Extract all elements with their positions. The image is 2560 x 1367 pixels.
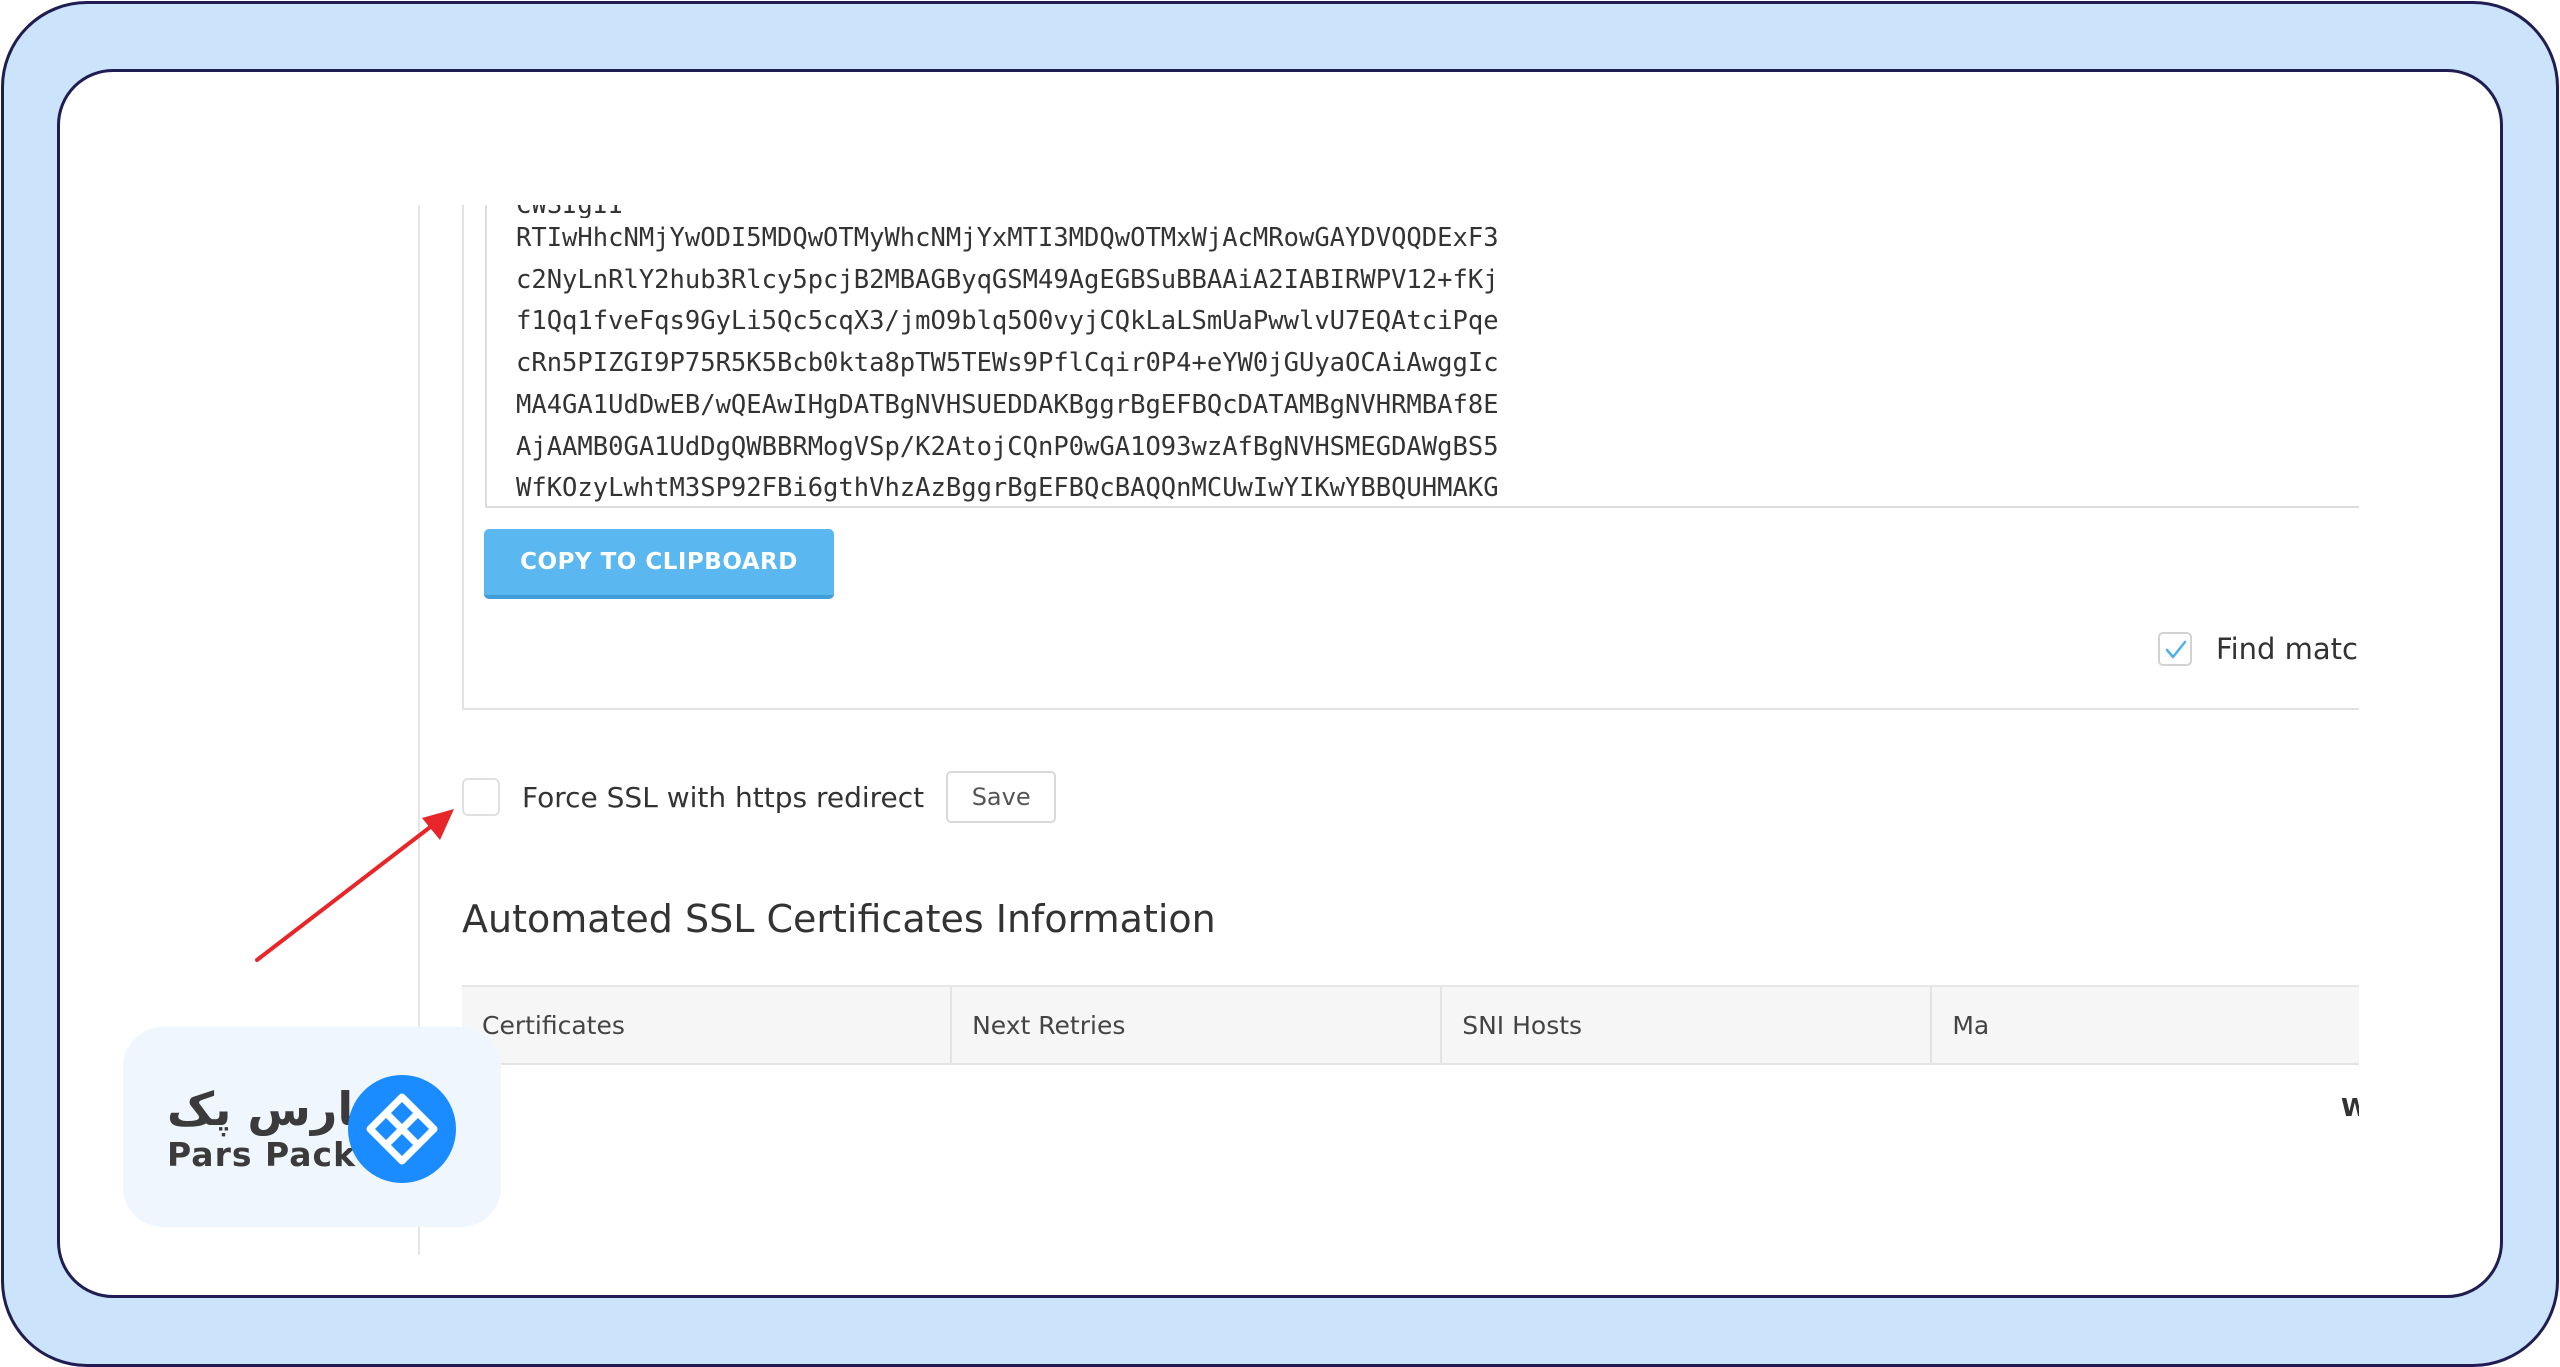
find-match-label: Find matc [2216, 632, 2358, 666]
save-button[interactable]: Save [946, 771, 1057, 823]
certificate-line: c2NyLnRlY2hub3Rlcy5pcjB2MBAGByqGSM49AgEG… [516, 264, 1499, 295]
force-ssl-row: Force SSL with https redirect Save [462, 771, 1057, 823]
ssl-settings-panel: CWSIgII RTIwHhcNMjYwODI5MDQwOTMyWhcNMjYx… [418, 205, 2359, 1255]
parspack-logo-icon [348, 1075, 456, 1183]
certificate-line: RTIwHhcNMjYwODI5MDQwOTMyWhcNMjYxMTI3MDQw… [516, 223, 1499, 253]
screenshot-content: CWSIgII RTIwHhcNMjYwODI5MDQwOTMyWhcNMjYx… [0, 0, 2560, 1367]
certificate-line: MA4GA1UdDwEB/wQEAwIHgDATBgNVHSUEDDAKBggr… [516, 389, 1499, 420]
certificate-line: cRn5PIZGI9P75R5K5Bcb0kta8pTW5TEWs9PflCqi… [516, 348, 1499, 379]
find-match-checkbox[interactable] [2158, 632, 2192, 666]
column-header-sni-hosts: SNI Hosts [1442, 987, 1933, 1063]
red-arrow-icon [255, 809, 454, 962]
certificate-line-partial: CWSIgII [516, 205, 2359, 218]
checkmark-icon [2165, 640, 2187, 659]
force-ssl-label: Force SSL with https redirect [522, 780, 925, 814]
automated-ssl-table: Certificates Next Retries SNI Hosts Ma W [462, 985, 2359, 1122]
find-match-option[interactable]: Find matc [2158, 632, 2358, 666]
column-header-certificates: Certificates [462, 987, 953, 1063]
column-header-next-retries: Next Retries [952, 987, 1443, 1063]
automated-ssl-title: Automated SSL Certificates Information [462, 897, 1216, 941]
logo-persian-text: پارس پک [167, 1082, 372, 1136]
certificate-line: AjAAMB0GA1UdDgQWBBRMogVSp/K2AtojCQnP0wGA… [516, 431, 1499, 462]
column-header-partial: Ma [1952, 1010, 1990, 1040]
certificate-textarea[interactable]: CWSIgII RTIwHhcNMjYwODI5MDQwOTMyWhcNMjYx… [485, 205, 2359, 508]
copy-to-clipboard-button[interactable]: COPY TO CLIPBOARD [484, 529, 834, 599]
parspack-logo-card: پارس پک Pars Pack [123, 1027, 501, 1227]
certificate-line: WfKOzyLwhtM3SP92FBi6gthVhzAzBggrBgEFBQcB… [516, 473, 1499, 504]
logo-english-text: Pars Pack [167, 1135, 357, 1174]
certificate-line: f1Qq1fveFqs9GyLi5Qc5cqX3/jmO9blq5O0vyjCQ… [516, 306, 1499, 337]
table-cell-partial: W [2341, 1093, 2359, 1122]
table-header: Certificates Next Retries SNI Hosts Ma [462, 985, 2359, 1065]
